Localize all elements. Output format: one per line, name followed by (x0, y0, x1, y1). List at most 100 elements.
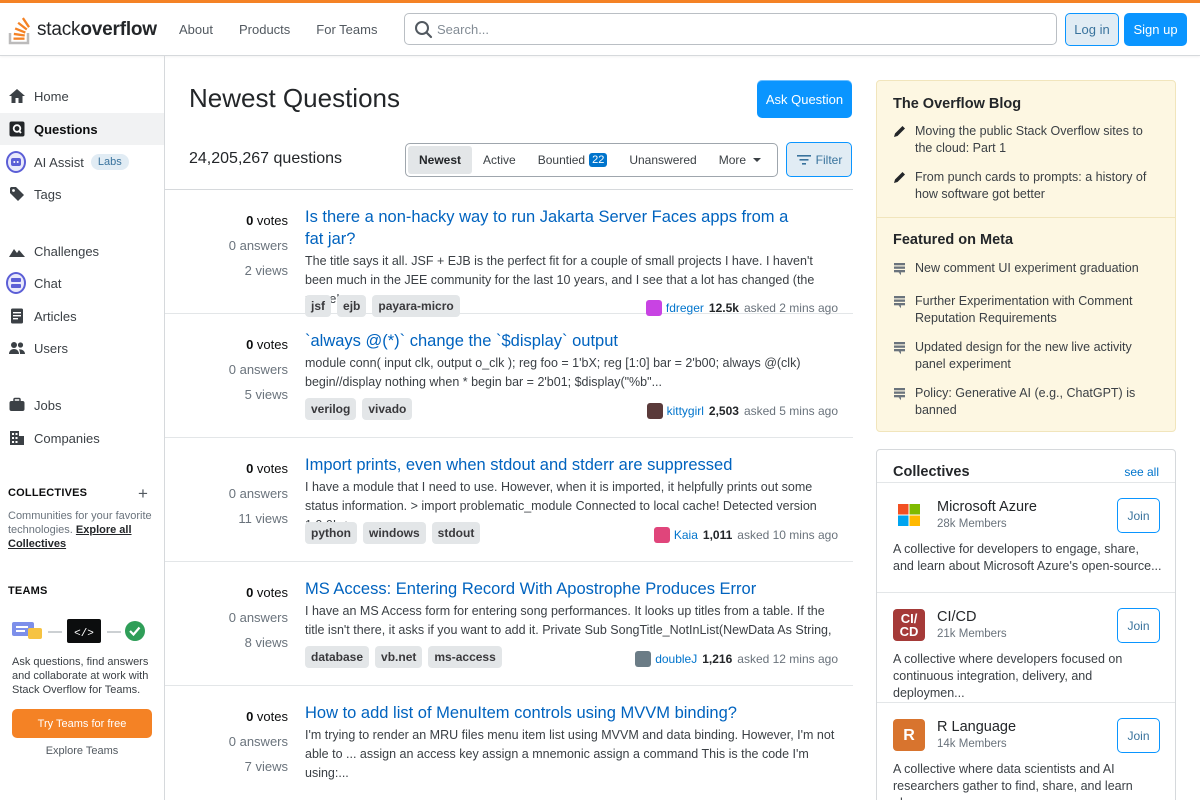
tag-ms-access[interactable]: ms-access (428, 646, 502, 668)
user-link[interactable]: doubleJ (655, 652, 697, 666)
nav-about[interactable]: About (166, 17, 226, 42)
answer-count: 0 answers (228, 734, 288, 749)
question-meta: doubleJ 1,216 asked 12 mins ago (635, 651, 838, 667)
login-button[interactable]: Log in (1065, 13, 1119, 46)
tag-vivado[interactable]: vivado (362, 398, 413, 420)
user-link[interactable]: kittygirl (667, 404, 704, 418)
join-button[interactable]: Join (1117, 718, 1160, 753)
see-all-link[interactable]: see all (1124, 465, 1159, 479)
tag-verilog[interactable]: verilog (305, 398, 357, 420)
sidebar-item-challenges[interactable]: Challenges (0, 235, 164, 267)
tag-icon (8, 185, 26, 203)
vote-count: 0 (246, 585, 254, 600)
question-title-link[interactable]: MS Access: Entering Record With Apostrop… (305, 578, 835, 600)
user-link[interactable]: Kaia (674, 528, 698, 542)
question-title-link[interactable]: `always @(*)` change the `$display` outp… (305, 330, 805, 352)
filter-active[interactable]: Active (472, 146, 527, 174)
teams-heading: TEAMS (8, 585, 48, 597)
filter-bountied-label: Bountied (537, 153, 586, 167)
sidebar-item-home[interactable]: Home (0, 80, 164, 112)
stack-exchange-icon (893, 385, 915, 419)
tag-python[interactable]: python (305, 522, 357, 544)
question-meta: kittygirl 2,503 asked 5 mins ago (646, 403, 838, 419)
r-language-logo-icon[interactable]: R (893, 719, 925, 751)
collective-description: A collective where developers focused on… (893, 652, 1123, 700)
avatar[interactable] (635, 651, 652, 667)
try-teams-button[interactable]: Try Teams for free (12, 709, 152, 738)
view-count: 7 views (244, 759, 288, 774)
teams-illustration-icon: </> (12, 619, 145, 643)
ask-question-button[interactable]: Ask Question (757, 80, 852, 118)
sidebar-item-label: Users (34, 340, 68, 356)
sort-filter-group: Newest Active Bountied 22 Unanswered More (405, 143, 779, 177)
signup-button[interactable]: Sign up (1124, 13, 1187, 46)
meta-post-link[interactable]: New comment UI experiment graduation (893, 260, 1163, 281)
question-summary: 0 votes 0 answers 2 views Is there a non… (165, 190, 853, 317)
collectives-widget-heading: Collectives (893, 464, 970, 480)
view-count: 2 views (244, 263, 288, 278)
meta-post-link[interactable]: Updated design for the new live activity… (893, 339, 1163, 373)
asked-time: asked 5 mins ago (743, 404, 838, 418)
meta-post-link[interactable]: Further Experimentation with Comment Rep… (893, 293, 1163, 327)
filter-bountied[interactable]: Bountied 22 (527, 146, 619, 174)
stack-logo-icon (8, 17, 30, 45)
join-button[interactable]: Join (1117, 608, 1160, 643)
view-count: 5 views (244, 387, 288, 402)
sidebar-item-label: Challenges (34, 243, 100, 259)
tag-stdout[interactable]: stdout (431, 522, 481, 544)
filter-icon (796, 154, 811, 165)
nav-products[interactable]: Products (226, 17, 303, 42)
labs-badge: Labs (90, 154, 129, 170)
sidebar-item-questions[interactable]: Questions (0, 113, 164, 145)
reputation: 12.5k (708, 301, 739, 315)
svg-text:</>: </> (74, 628, 94, 640)
filter-button[interactable]: Filter (786, 142, 852, 177)
stackoverflow-logo[interactable]: stackoverflow (8, 13, 157, 47)
sidebar-item-articles[interactable]: Articles (0, 300, 164, 332)
blog-post-link[interactable]: From punch cards to prompts: a history o… (893, 169, 1163, 203)
companies-icon (8, 429, 26, 447)
tag-vb-net[interactable]: vb.net (375, 646, 423, 668)
question-title-link[interactable]: Import prints, even when stdout and stde… (305, 454, 835, 476)
tag-database[interactable]: database (305, 646, 370, 668)
microsoft-logo-icon[interactable] (893, 499, 925, 531)
explore-teams-link[interactable]: Explore Teams (12, 745, 152, 757)
avatar[interactable] (653, 527, 670, 543)
sidebar-item-tags[interactable]: Tags (0, 178, 164, 210)
join-button[interactable]: Join (1117, 498, 1160, 533)
users-icon (8, 339, 26, 357)
collective-item: CI/ CD CI/CD 21k Members Join A collecti… (877, 592, 1175, 702)
question-title-link[interactable]: How to add list of MenuItem controls usi… (305, 702, 835, 724)
logo-prefix: stack (37, 19, 81, 40)
question-tags: verilog vivado (305, 398, 418, 420)
user-link[interactable]: fdreger (666, 301, 704, 315)
question-title-link[interactable]: Is there a non-hacky way to run Jakarta … (305, 206, 805, 250)
blog-post-link[interactable]: Moving the public Stack Overflow sites t… (893, 123, 1163, 157)
sidebar-item-chat[interactable]: Chat (0, 267, 164, 299)
question-excerpt: I'm trying to render an MRU files menu i… (305, 728, 835, 780)
tag-windows[interactable]: windows (363, 522, 426, 544)
meta-post-title: Policy: Generative AI (e.g., ChatGPT) is… (915, 386, 1136, 417)
search-icon (415, 21, 433, 39)
search-input[interactable] (437, 18, 1037, 40)
question-stats: 0 votes 0 answers 2 views (189, 208, 288, 283)
filter-more[interactable]: More (708, 146, 775, 174)
collective-name[interactable]: Microsoft Azure (937, 499, 1037, 515)
collective-name[interactable]: R Language (937, 719, 1016, 735)
sidebar-item-jobs[interactable]: Jobs (0, 389, 164, 421)
nav-for-teams[interactable]: For Teams (303, 17, 390, 42)
filter-newest[interactable]: Newest (408, 146, 473, 174)
collective-name[interactable]: CI/CD (937, 609, 976, 625)
votes-label: votes (256, 337, 288, 352)
meta-post-link[interactable]: Policy: Generative AI (e.g., ChatGPT) is… (893, 385, 1163, 419)
sidebar-item-companies[interactable]: Companies (0, 422, 164, 454)
plus-icon[interactable]: + (138, 484, 148, 504)
answer-count: 0 answers (228, 238, 288, 253)
chat-icon (6, 272, 26, 294)
filter-unanswered[interactable]: Unanswered (618, 146, 707, 174)
sidebar-item-users[interactable]: Users (0, 332, 164, 364)
avatar[interactable] (646, 403, 663, 419)
jobs-icon (8, 396, 26, 414)
sidebar-item-ai-assist[interactable]: AI Assist Labs (0, 146, 164, 178)
cicd-logo-icon[interactable]: CI/ CD (893, 609, 925, 641)
